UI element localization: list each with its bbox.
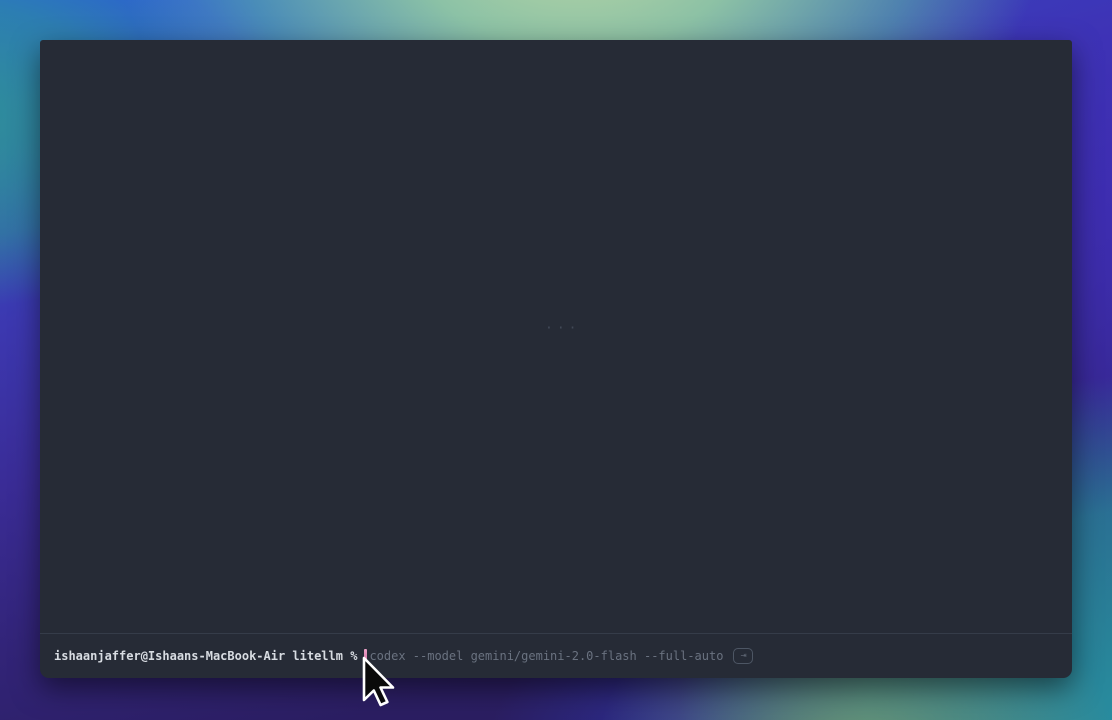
terminal-output-area: ··· — [40, 40, 1072, 633]
tab-key-hint-icon[interactable]: ⇥ — [733, 648, 753, 664]
text-cursor — [364, 649, 367, 664]
terminal-window: ··· ishaanjaffer@Ishaans-MacBook-Air lit… — [40, 40, 1072, 678]
command-input-bar[interactable]: ishaanjaffer@Ishaans-MacBook-Air litellm… — [40, 633, 1072, 678]
shell-prompt: ishaanjaffer@Ishaans-MacBook-Air litellm… — [54, 649, 357, 663]
command-autosuggestion: codex --model gemini/gemini-2.0-flash --… — [369, 649, 723, 663]
loading-ellipsis: ··· — [545, 321, 580, 336]
desktop: ··· ishaanjaffer@Ishaans-MacBook-Air lit… — [0, 0, 1112, 720]
